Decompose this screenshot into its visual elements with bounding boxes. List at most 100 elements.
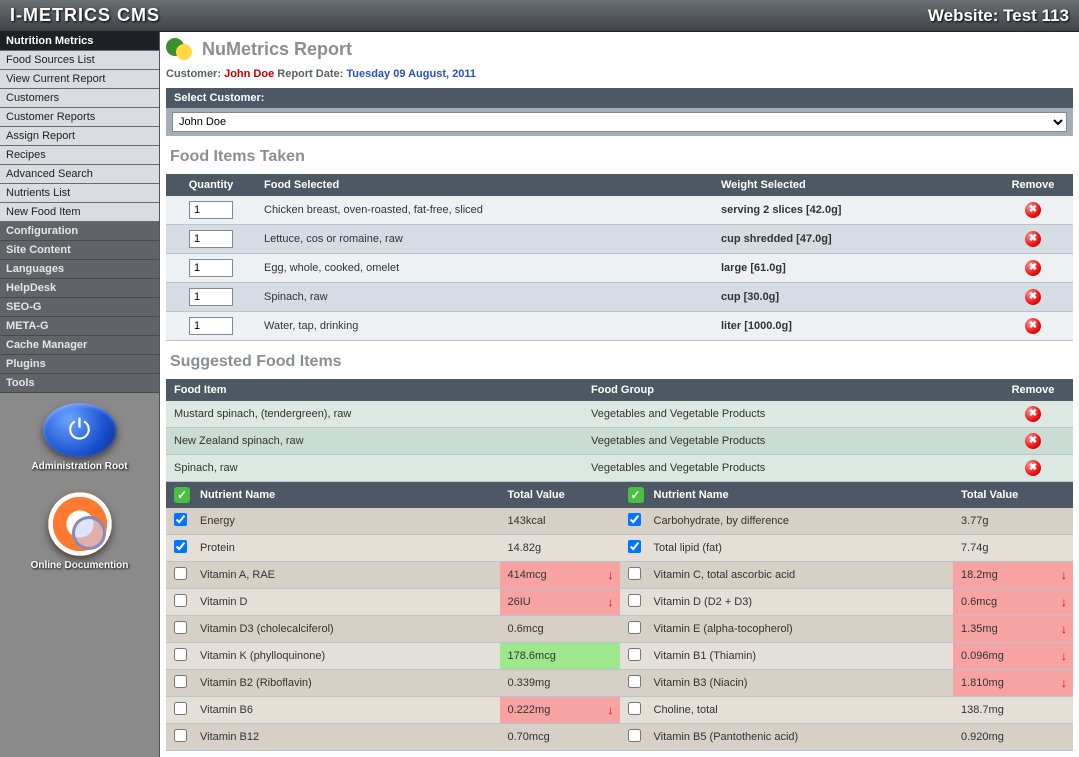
- nutrient-row: Vitamin D3 (cholecalciferol)0.6mcg: [166, 616, 620, 643]
- nutrient-checkbox[interactable]: [174, 648, 187, 661]
- nutrient-value: 3.77g: [953, 508, 1073, 535]
- nutrient-checkbox[interactable]: [174, 540, 187, 553]
- suggested-item: Spinach, raw: [166, 455, 583, 482]
- sidebar-item-food-sources-list[interactable]: Food Sources List: [0, 51, 159, 70]
- nutrient-name: Vitamin K (phylloquinone): [192, 643, 500, 670]
- nutrient-name: Choline, total: [646, 697, 954, 724]
- qty-input[interactable]: [189, 230, 233, 248]
- food-name: Lettuce, cos or romaine, raw: [256, 225, 713, 254]
- nutrient-name: Vitamin D: [192, 589, 500, 616]
- nutrient-checkbox[interactable]: [628, 729, 641, 742]
- check-icon: ✓: [174, 487, 190, 503]
- nutrient-checkbox[interactable]: [628, 648, 641, 661]
- nutrient-checkbox[interactable]: [174, 594, 187, 607]
- nutrient-name: Vitamin D3 (cholecalciferol): [192, 616, 500, 643]
- nutrient-checkbox[interactable]: [628, 621, 641, 634]
- col-total-value: Total Value: [953, 482, 1073, 508]
- sidebar-item-new-food-item[interactable]: New Food Item: [0, 203, 159, 222]
- remove-button[interactable]: ✖: [1025, 260, 1041, 276]
- sidebar-item-advanced-search[interactable]: Advanced Search: [0, 165, 159, 184]
- remove-button[interactable]: ✖: [1025, 318, 1041, 334]
- nutrient-value: 0.920mg: [953, 724, 1073, 751]
- sidebar-section-configuration[interactable]: Configuration: [0, 222, 159, 241]
- sidebar-section-plugins[interactable]: Plugins: [0, 355, 159, 374]
- nutrient-checkbox[interactable]: [628, 567, 641, 580]
- sidebar-item-customers[interactable]: Customers: [0, 89, 159, 108]
- nutrient-name: Total lipid (fat): [646, 535, 954, 562]
- nutrient-checkbox[interactable]: [174, 621, 187, 634]
- col-remove: Remove: [993, 174, 1073, 196]
- nutrient-row: Vitamin K (phylloquinone)178.6mcg: [166, 643, 620, 670]
- nutrient-value: 14.82g: [500, 535, 620, 562]
- sidebar-section-cache-manager[interactable]: Cache Manager: [0, 336, 159, 355]
- sidebar-item-customer-reports[interactable]: Customer Reports: [0, 108, 159, 127]
- admin-root-block[interactable]: ⏻ Administration Root: [0, 393, 159, 482]
- col-nutrient-name: Nutrient Name: [646, 482, 954, 508]
- online-docs-block[interactable]: Online Documention: [0, 482, 159, 581]
- nutrient-checkbox[interactable]: [628, 702, 641, 715]
- sidebar-item-nutrition-metrics[interactable]: Nutrition Metrics: [0, 32, 159, 51]
- sidebar-section-languages[interactable]: Languages: [0, 260, 159, 279]
- remove-button[interactable]: ✖: [1025, 433, 1041, 449]
- sidebar-section-site-content[interactable]: Site Content: [0, 241, 159, 260]
- arrow-down-icon: ↓: [608, 595, 614, 609]
- nutrient-checkbox[interactable]: [628, 594, 641, 607]
- remove-button[interactable]: ✖: [1025, 231, 1041, 247]
- suggested-row: Mustard spinach, (tendergreen), rawVeget…: [166, 401, 1073, 428]
- sidebar-item-assign-report[interactable]: Assign Report: [0, 127, 159, 146]
- nutrient-name: Vitamin B3 (Niacin): [646, 670, 954, 697]
- customer-select[interactable]: John Doe: [172, 112, 1067, 132]
- sidebar-section-tools[interactable]: Tools: [0, 374, 159, 393]
- remove-button[interactable]: ✖: [1025, 406, 1041, 422]
- col-food: Food Selected: [256, 174, 713, 196]
- col-total-value: Total Value: [500, 482, 620, 508]
- nutrient-checkbox[interactable]: [174, 729, 187, 742]
- arrow-down-icon: ↓: [1061, 595, 1067, 609]
- nutrient-value: 0.6mcg: [500, 616, 620, 643]
- food-name: Spinach, raw: [256, 283, 713, 312]
- nutrient-row: Choline, total138.7mg: [620, 697, 1074, 724]
- customer-name: John Doe: [224, 68, 274, 80]
- qty-input[interactable]: [189, 317, 233, 335]
- select-customer-label: Select Customer:: [166, 88, 1073, 108]
- qty-input[interactable]: [189, 288, 233, 306]
- food-taken-table: Quantity Food Selected Weight Selected R…: [166, 174, 1073, 341]
- nutrient-grid: ✓ Nutrient Name Total Value Energy143kca…: [166, 482, 1073, 751]
- nutrient-checkbox[interactable]: [628, 513, 641, 526]
- sidebar-section-seo-g[interactable]: SEO-G: [0, 298, 159, 317]
- suggested-row: Spinach, rawVegetables and Vegetable Pro…: [166, 455, 1073, 482]
- remove-button[interactable]: ✖: [1025, 202, 1041, 218]
- suggested-group: Vegetables and Vegetable Products: [583, 401, 993, 428]
- remove-button[interactable]: ✖: [1025, 289, 1041, 305]
- remove-button[interactable]: ✖: [1025, 460, 1041, 476]
- sidebar-item-nutrients-list[interactable]: Nutrients List: [0, 184, 159, 203]
- nutrient-checkbox[interactable]: [628, 675, 641, 688]
- sidebar-section-meta-g[interactable]: META-G: [0, 317, 159, 336]
- nutrient-row: Vitamin B5 (Pantothenic acid)0.920mg: [620, 724, 1074, 751]
- nutrient-row: Vitamin D (D2 + D3)0.6mcg↓: [620, 589, 1074, 616]
- life-ring-icon: [48, 492, 112, 556]
- suggested-row: New Zealand spinach, rawVegetables and V…: [166, 428, 1073, 455]
- sidebar: Nutrition MetricsFood Sources ListView C…: [0, 32, 160, 757]
- nutrient-row: Vitamin A, RAE414mcg↓: [166, 562, 620, 589]
- nutrient-name: Vitamin B5 (Pantothenic acid): [646, 724, 954, 751]
- qty-input[interactable]: [189, 201, 233, 219]
- nutrient-row: Carbohydrate, by difference3.77g: [620, 508, 1074, 535]
- nutrient-checkbox[interactable]: [174, 702, 187, 715]
- nutrient-name: Energy: [192, 508, 500, 535]
- nutrient-row: Vitamin B2 (Riboflavin)0.339mg: [166, 670, 620, 697]
- sidebar-item-view-current-report[interactable]: View Current Report: [0, 70, 159, 89]
- nutrient-checkbox[interactable]: [174, 675, 187, 688]
- topbar: I-METRICS CMS Website: Test 113: [0, 0, 1079, 32]
- nutrient-checkbox[interactable]: [174, 513, 187, 526]
- power-icon: ⏻: [43, 403, 117, 457]
- food-row: Water, tap, drinkingliter [1000.0g]✖: [166, 312, 1073, 341]
- nutrient-checkbox[interactable]: [174, 567, 187, 580]
- report-meta: Customer: John Doe Report Date: Tuesday …: [166, 64, 1073, 88]
- qty-input[interactable]: [189, 259, 233, 277]
- sidebar-section-helpdesk[interactable]: HelpDesk: [0, 279, 159, 298]
- arrow-down-icon: ↓: [608, 703, 614, 717]
- nutrient-checkbox[interactable]: [628, 540, 641, 553]
- report-title-text: NuMetrics Report: [202, 39, 352, 60]
- sidebar-item-recipes[interactable]: Recipes: [0, 146, 159, 165]
